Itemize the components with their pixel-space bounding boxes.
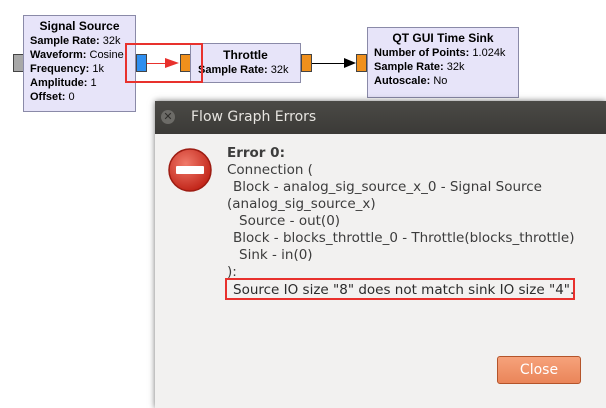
error-line: (analog_sig_source_x) [227,196,376,212]
error-message-highlight-box [225,278,575,300]
error-line: Block - analog_sig_source_x_0 - Signal S… [233,179,542,195]
time-sink-block[interactable]: QT GUI Time Sink Number of Points: 1.024… [367,27,519,98]
error-stop-icon [168,148,212,192]
signal-source-block[interactable]: Signal Source Sample Rate: 32k Waveform:… [23,15,136,112]
time-sink-input-port[interactable] [356,54,367,72]
close-button[interactable]: Close [497,356,581,384]
flow-graph-errors-dialog: ✕ Flow Graph Errors Error 0: Connection … [155,101,606,408]
throttle-title: Throttle [223,48,268,62]
dialog-titlebar[interactable]: ✕ Flow Graph Errors [155,101,606,134]
error-line: Sink - in(0) [239,247,313,263]
connection-arrow-icon [344,58,356,68]
connection-line[interactable] [312,63,346,64]
error-line: Connection ( [227,162,313,178]
param-row: Autoscale: No [374,75,448,87]
param-row: Amplitude: 1 [30,77,97,89]
time-sink-title: QT GUI Time Sink [392,31,494,45]
signal-source-title: Signal Source [39,19,120,33]
param-row: Sample Rate: 32k [198,64,289,76]
connection-highlight-box [125,43,203,83]
error-title: Error 0: [227,145,285,161]
error-line: Block - blocks_throttle_0 - Throttle(blo… [233,230,575,246]
param-row: Sample Rate: 32k [30,35,121,47]
param-row: Sample Rate: 32k [374,61,465,73]
param-row: Frequency: 1k [30,63,104,75]
dialog-title: Flow Graph Errors [191,109,317,125]
throttle-block[interactable]: Throttle Sample Rate: 32k [190,43,301,83]
throttle-output-port[interactable] [301,54,312,72]
error-message-body: Error 0: Connection ( Block - analog_sig… [227,145,597,299]
titlebar-close-icon[interactable]: ✕ [161,110,175,124]
param-row: Offset: 0 [30,91,75,103]
param-row: Waveform: Cosine [30,49,124,61]
param-row: Number of Points: 1.024k [374,47,506,59]
error-line: Source - out(0) [239,213,341,229]
